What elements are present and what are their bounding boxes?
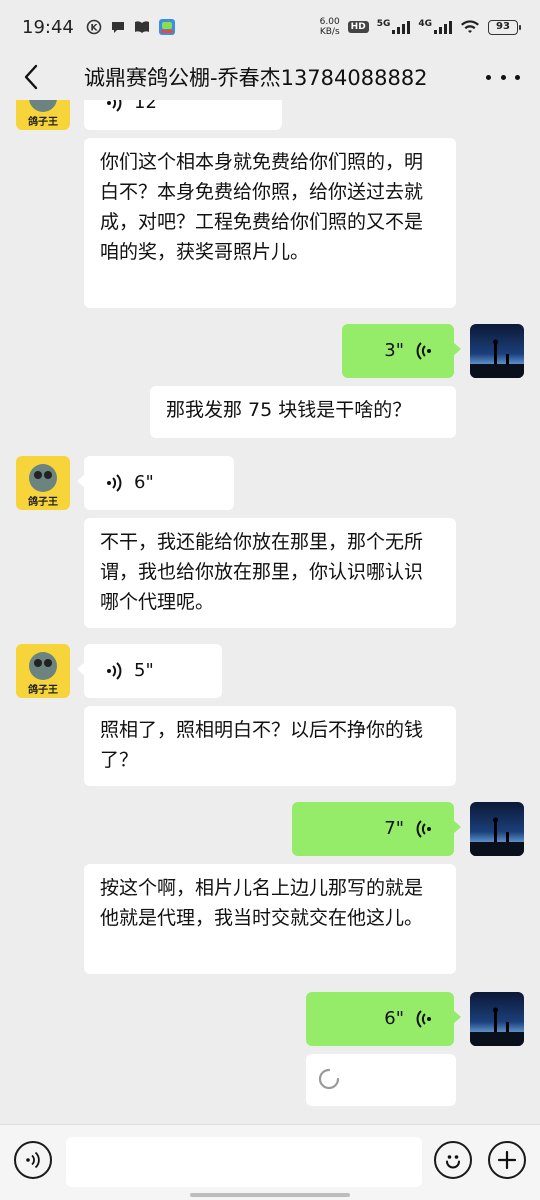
chat-header: 诚鼎赛鸽公棚-乔春杰13784088882: [0, 54, 540, 100]
contact-avatar[interactable]: 鸽子王: [16, 456, 70, 510]
text-message[interactable]: 那我发那 75 块钱是干啥的？: [150, 386, 456, 438]
voice-wave-icon: [416, 820, 431, 838]
svg-text:K: K: [90, 24, 98, 34]
signal-5g-icon: 5G: [377, 20, 411, 34]
text-message[interactable]: 按这个啊，相片儿名上边儿那写的就是他就是代理，我当时交就交在他这儿。: [84, 864, 456, 974]
signal-4g-icon: 4G: [418, 20, 452, 34]
book-icon: [134, 21, 149, 33]
plus-icon: [497, 1150, 517, 1170]
hd-badge: HD: [347, 21, 369, 33]
input-bar: [0, 1124, 540, 1200]
emoji-icon: [446, 1155, 460, 1169]
my-avatar[interactable]: [470, 324, 524, 378]
voice-message[interactable]: 6": [77, 456, 234, 510]
voice-wave-icon: [416, 342, 431, 360]
chat-title: 诚鼎赛鸽公棚-乔春杰13784088882: [84, 66, 428, 90]
chat-bubble-icon: [111, 22, 124, 33]
voice-mode-icon: [26, 1151, 40, 1169]
my-avatar[interactable]: [470, 992, 524, 1046]
notification-icons: K: [86, 18, 176, 36]
more-dots-icon: [486, 74, 491, 80]
back-arrow-icon: [24, 64, 38, 90]
more-button[interactable]: [486, 64, 520, 90]
contact-avatar[interactable]: 鸽子王: [16, 100, 70, 130]
contact-avatar[interactable]: 鸽子王: [16, 644, 70, 698]
plus-button[interactable]: [488, 1141, 526, 1179]
text-message[interactable]: 不干，我还能给你放在那里，那个无所谓，我也给你放在那里，你认识哪认识哪个代理呢。: [84, 518, 456, 628]
back-button[interactable]: [16, 60, 46, 94]
transcribing-placeholder: [306, 1054, 456, 1106]
home-indicator[interactable]: [190, 1193, 350, 1197]
voice-wave-icon: [107, 100, 122, 112]
voice-message[interactable]: 6": [306, 992, 461, 1046]
voice-wave-icon: [416, 1010, 431, 1028]
wifi-icon: [461, 20, 479, 33]
k-app-icon: K: [86, 19, 102, 35]
chat-message-list[interactable]: 鸽子王 12" 你们这个相本身就免费给你们照的，明白不？本身免费给你照，给你送过…: [0, 100, 540, 1124]
voice-wave-icon: [107, 662, 122, 680]
voice-wave-icon: [107, 474, 122, 492]
status-time: 19:44: [22, 16, 74, 38]
voice-message[interactable]: 7": [292, 802, 461, 856]
message-input[interactable]: [66, 1137, 422, 1187]
loading-spinner-icon: [318, 1068, 340, 1090]
net-speed: 6.00 KB/s: [319, 17, 340, 37]
battery-icon: 93: [488, 19, 521, 35]
voice-message[interactable]: 5": [77, 644, 222, 698]
text-message[interactable]: 你们这个相本身就免费给你们照的，明白不？本身免费给你照，给你送过去就成，对吧？工…: [84, 138, 456, 308]
text-message[interactable]: 照相了，照相明白不？以后不挣你的钱了？: [84, 706, 456, 786]
voice-toggle-button[interactable]: [14, 1141, 52, 1179]
app-logo-icon: [158, 19, 175, 35]
voice-message[interactable]: 12": [84, 100, 282, 130]
my-avatar[interactable]: [470, 802, 524, 856]
status-bar: 19:44 K 6.00 KB/s HD 5G 4G 93: [0, 0, 540, 54]
emoji-button[interactable]: [434, 1141, 472, 1179]
voice-message[interactable]: 3": [342, 324, 461, 378]
status-right: 6.00 KB/s HD 5G 4G 93: [319, 17, 521, 37]
